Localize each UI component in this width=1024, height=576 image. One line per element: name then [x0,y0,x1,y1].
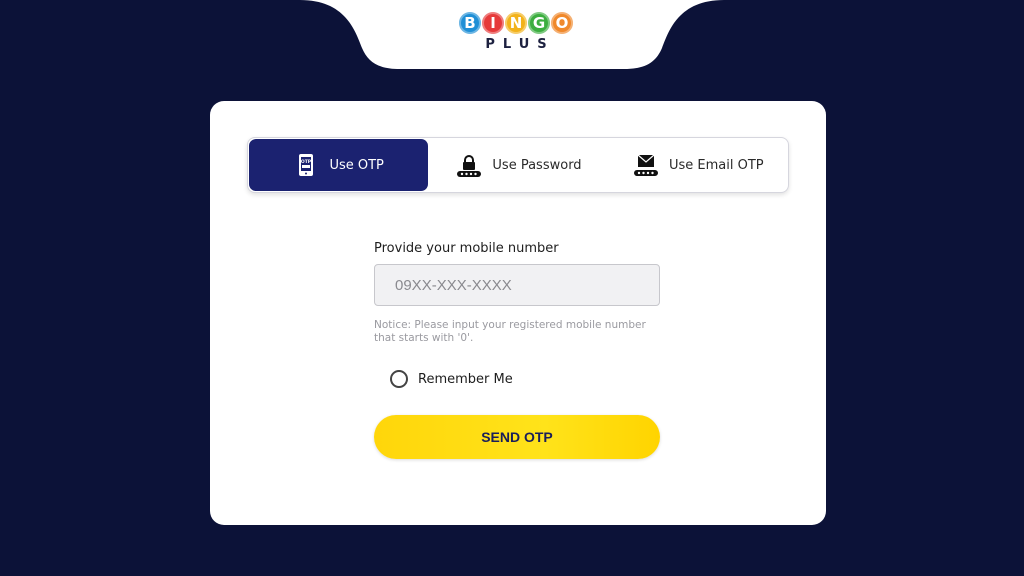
remember-me-label: Remember Me [418,371,513,387]
envelope-icon [633,152,659,178]
tab-use-email-otp[interactable]: Use Email OTP [609,138,788,192]
login-card: OTP Use OTP Use Password Use Email OTP P… [210,101,826,525]
tab-label: Use OTP [329,157,384,173]
logo-letter: B [459,12,481,34]
logo-letters: B I N G O [458,12,574,34]
remember-me-option[interactable]: Remember Me [390,370,664,388]
logo-letter: N [505,12,527,34]
lock-icon [456,152,482,178]
remember-me-radio[interactable] [390,370,408,388]
tab-label: Use Password [492,157,582,173]
mobile-number-label: Provide your mobile number [374,241,559,256]
tab-label: Use Email OTP [669,157,764,173]
login-page: B I N G O PLUS OTP Use OTP Use Password … [0,0,1024,576]
mobile-number-input[interactable] [374,264,660,306]
logo-letter: O [551,12,573,34]
logo-letter: I [482,12,504,34]
login-method-tabs: OTP Use OTP Use Password Use Email OTP [247,137,789,193]
send-otp-button[interactable]: SEND OTP [374,415,660,459]
otp-form: Provide your mobile number Notice: Pleas… [374,241,664,459]
logo-subtitle: PLUS [485,37,555,52]
svg-text:OTP: OTP [301,159,312,165]
otp-phone-icon: OTP [293,152,319,178]
bingo-plus-logo[interactable]: B I N G O PLUS [458,12,574,58]
tab-use-password[interactable]: Use Password [429,138,608,192]
tab-use-otp[interactable]: OTP Use OTP [249,139,429,191]
mobile-number-notice: Notice: Please input your registered mob… [374,319,646,344]
logo-letter: G [528,12,550,34]
